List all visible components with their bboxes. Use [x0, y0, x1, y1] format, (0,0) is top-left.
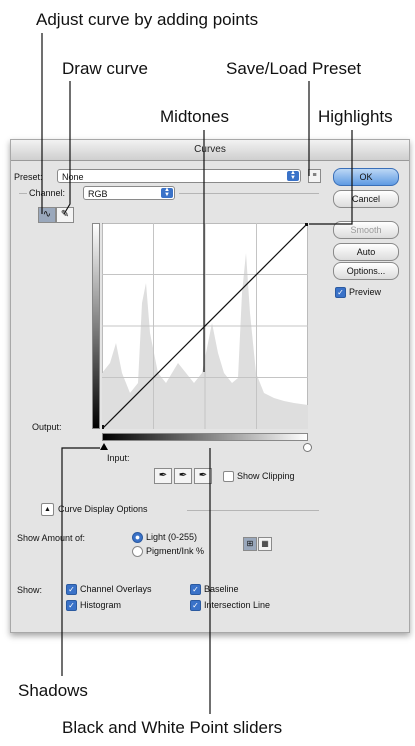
callout-leader-lines: [41, 33, 353, 714]
leader-shadows: [61, 447, 100, 676]
leader-draw-curve: [63, 81, 71, 215]
leader-highlights: [309, 130, 353, 225]
